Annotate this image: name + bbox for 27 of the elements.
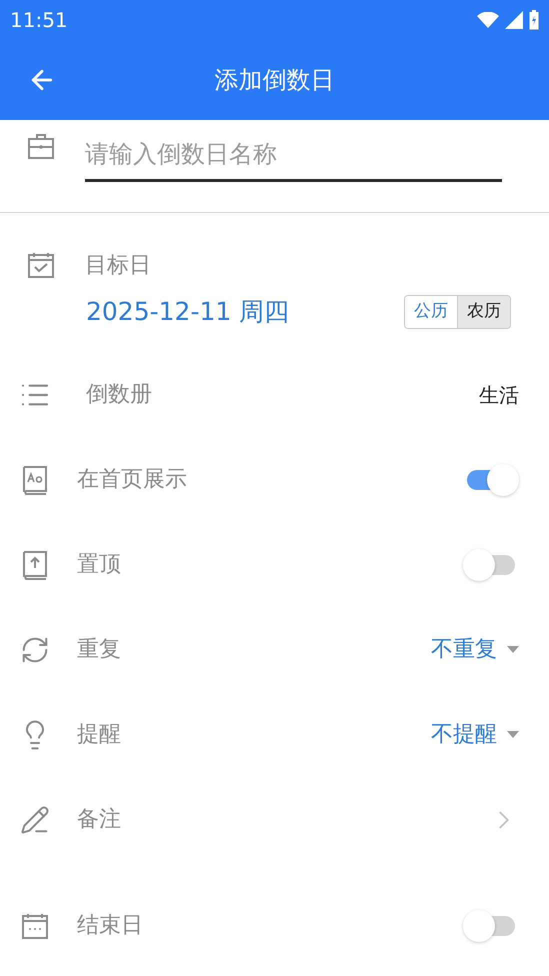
page-title: 添加倒数日	[214, 65, 334, 96]
setting-label: 备注	[77, 806, 122, 834]
setting-label: 结束日	[77, 912, 144, 940]
setting-label: 倒数册	[85, 381, 153, 409]
setting-label: 提醒	[77, 721, 122, 749]
signal-icon	[505, 11, 523, 29]
pencil-icon	[20, 804, 50, 834]
target-date-label: 目标日	[85, 252, 151, 280]
battery-icon	[529, 10, 539, 30]
caret-icon	[507, 731, 519, 738]
setting-value[interactable]: 生活	[479, 380, 519, 410]
dropdown-select[interactable]: 不提醒	[431, 718, 519, 751]
calendar-check-icon	[27, 251, 55, 279]
name-input-field[interactable]: 请输入倒数日名称	[85, 128, 502, 182]
target-date-value[interactable]: 2025-12-11 周四	[86, 293, 290, 330]
calendar-icon	[20, 912, 48, 940]
briefcase-icon	[27, 132, 55, 160]
dropdown-select[interactable]: 不重复	[431, 633, 519, 666]
caret-icon	[507, 646, 519, 653]
book-icon	[20, 464, 48, 494]
wifi-icon	[477, 12, 499, 28]
setting-label: 重复	[77, 636, 122, 664]
book-upload-icon	[20, 550, 48, 580]
calendar-tab[interactable]: 农历	[457, 296, 510, 328]
setting-label: 置顶	[77, 551, 122, 579]
status-time: 11:51	[10, 7, 68, 34]
setting-label: 在首页展示	[77, 466, 188, 494]
